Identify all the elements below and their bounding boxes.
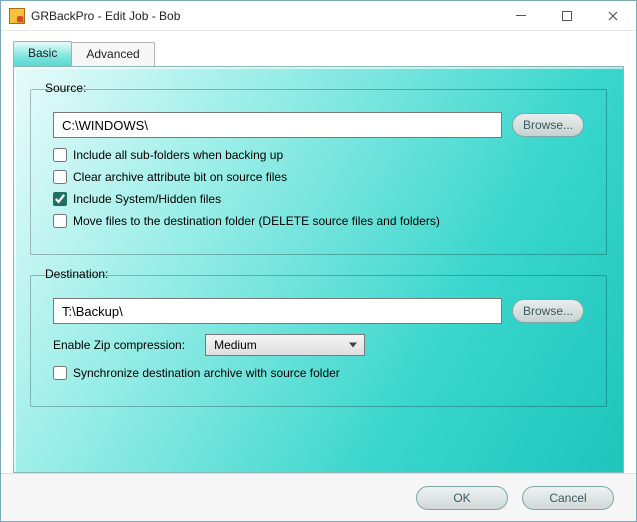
source-path-input[interactable] <box>53 112 502 138</box>
checkbox-clear-archive[interactable]: Clear archive attribute bit on source fi… <box>53 170 584 184</box>
minimize-button[interactable] <box>498 1 544 31</box>
checkbox-sync-archive-input[interactable] <box>53 366 67 380</box>
zip-compression-label: Enable Zip compression: <box>53 338 185 352</box>
checkbox-include-subfolders-input[interactable] <box>53 148 67 162</box>
checkbox-clear-archive-input[interactable] <box>53 170 67 184</box>
group-source-legend: Source: <box>41 81 90 95</box>
maximize-button[interactable] <box>544 1 590 31</box>
maximize-icon <box>562 11 572 21</box>
zip-compression-value: Medium <box>214 338 257 352</box>
close-icon <box>608 11 618 21</box>
destination-browse-button[interactable]: Browse... <box>512 299 584 323</box>
tabstrip: Basic Advanced <box>1 31 636 66</box>
checkbox-sync-archive-label: Synchronize destination archive with sou… <box>73 366 340 380</box>
checkbox-include-subfolders-label: Include all sub-folders when backing up <box>73 148 283 162</box>
zip-compression-select[interactable]: Medium <box>205 334 365 356</box>
group-destination-legend: Destination: <box>41 267 112 281</box>
titlebar: GRBackPro - Edit Job - Bob <box>1 1 636 31</box>
app-icon <box>9 8 25 24</box>
checkbox-clear-archive-label: Clear archive attribute bit on source fi… <box>73 170 287 184</box>
checkbox-include-hidden-input[interactable] <box>53 192 67 206</box>
checkbox-include-hidden-label: Include System/Hidden files <box>73 192 221 206</box>
checkbox-move-delete-input[interactable] <box>53 214 67 228</box>
dialog-footer: OK Cancel <box>1 473 636 521</box>
tab-advanced[interactable]: Advanced <box>71 42 154 66</box>
tab-basic[interactable]: Basic <box>13 41 72 66</box>
cancel-button[interactable]: Cancel <box>522 486 614 510</box>
source-browse-button[interactable]: Browse... <box>512 113 584 137</box>
window: GRBackPro - Edit Job - Bob Basic Advance… <box>0 0 637 522</box>
minimize-icon <box>516 11 526 21</box>
client-area: Basic Advanced Source: Browse... Include… <box>1 31 636 521</box>
group-source: Source: Browse... Include all sub-folder… <box>30 89 607 255</box>
checkbox-move-delete-label: Move files to the destination folder (DE… <box>73 214 440 228</box>
checkbox-include-subfolders[interactable]: Include all sub-folders when backing up <box>53 148 584 162</box>
checkbox-include-hidden[interactable]: Include System/Hidden files <box>53 192 584 206</box>
window-title: GRBackPro - Edit Job - Bob <box>31 9 180 23</box>
group-destination: Destination: Browse... Enable Zip compre… <box>30 275 607 407</box>
ok-button[interactable]: OK <box>416 486 508 510</box>
checkbox-move-delete[interactable]: Move files to the destination folder (DE… <box>53 214 584 228</box>
tabpage-basic: Source: Browse... Include all sub-folder… <box>13 66 624 473</box>
close-button[interactable] <box>590 1 636 31</box>
destination-path-input[interactable] <box>53 298 502 324</box>
checkbox-sync-archive[interactable]: Synchronize destination archive with sou… <box>53 366 584 380</box>
